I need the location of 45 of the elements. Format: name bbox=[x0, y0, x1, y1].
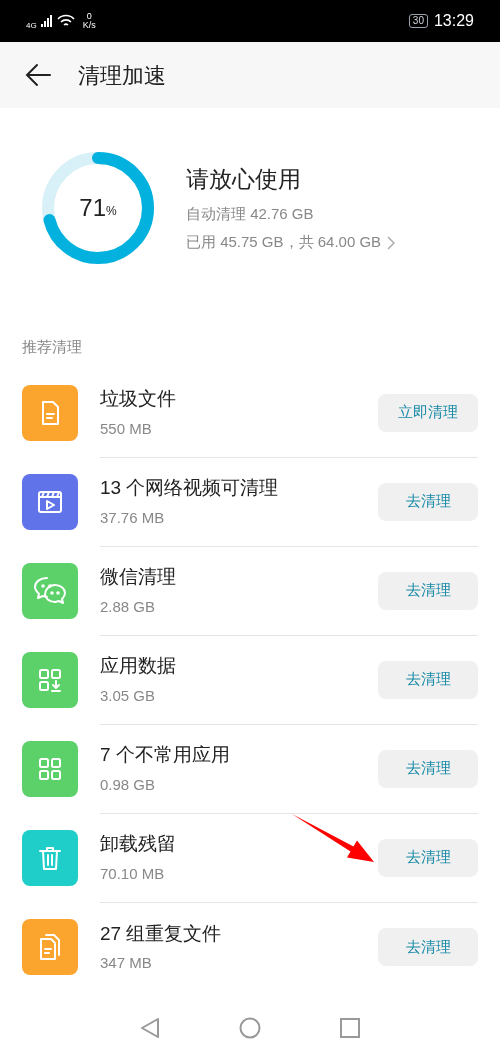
percent-value: 71 bbox=[79, 193, 106, 223]
item-size: 70.10 MB bbox=[100, 863, 165, 884]
signal-icon bbox=[40, 15, 53, 27]
clean-button[interactable]: 去清理 bbox=[378, 482, 478, 521]
usage-text: 已用 45.75 GB，共 64.00 GB bbox=[186, 232, 382, 253]
item-size: 550 MB bbox=[100, 418, 152, 439]
item-title: 应用数据 bbox=[100, 654, 176, 678]
item-title: 垃圾文件 bbox=[100, 387, 176, 411]
item-title: 卸载残留 bbox=[100, 832, 176, 856]
item-title: 13 个网络视频可清理 bbox=[100, 476, 279, 500]
speed-value: 0 bbox=[86, 12, 92, 21]
clean-button[interactable]: 去清理 bbox=[378, 749, 478, 788]
recents-nav-icon[interactable] bbox=[340, 1018, 361, 1038]
item-title: 27 组重复文件 bbox=[100, 921, 222, 946]
clean-button[interactable]: 立即清理 bbox=[378, 393, 478, 432]
item-title: 微信清理 bbox=[100, 565, 176, 589]
back-icon[interactable] bbox=[24, 63, 52, 87]
clean-button[interactable]: 去清理 bbox=[378, 660, 478, 699]
item-size: 37.76 MB bbox=[100, 507, 165, 528]
item-title: 7 个不常用应用 bbox=[100, 743, 230, 767]
item-size: 0.98 GB bbox=[100, 774, 156, 795]
video-icon bbox=[36, 488, 64, 516]
clean-button[interactable]: 去清理 bbox=[378, 928, 478, 966]
back-nav-icon[interactable] bbox=[139, 1017, 160, 1039]
clean-button[interactable]: 去清理 bbox=[378, 838, 478, 877]
item-size: 347 MB bbox=[100, 953, 152, 973]
item-size: 3.05 GB bbox=[100, 685, 156, 706]
section-label: 推荐清理 bbox=[21, 337, 83, 357]
item-size: 2.88 GB bbox=[100, 596, 156, 617]
clock: 13:29 bbox=[433, 11, 474, 31]
storage-status: 请放心使用 bbox=[186, 165, 302, 195]
page-title: 清理加速 bbox=[78, 61, 166, 90]
network-type: 4G bbox=[26, 22, 37, 30]
percent-sign: % bbox=[106, 204, 117, 220]
clean-button[interactable]: 去清理 bbox=[378, 571, 478, 610]
battery-icon: 30 bbox=[408, 14, 428, 28]
home-nav-icon[interactable] bbox=[239, 1017, 261, 1039]
chevron-right-icon[interactable] bbox=[387, 235, 396, 250]
app-grid-icon bbox=[36, 755, 64, 783]
trash-icon bbox=[36, 844, 64, 872]
grid-download-icon bbox=[36, 666, 64, 694]
speed-unit: K/s bbox=[82, 21, 96, 30]
wifi-icon bbox=[56, 14, 75, 28]
auto-clean-text: 自动清理 42.76 GB bbox=[186, 203, 315, 224]
chat-bubbles-icon bbox=[33, 576, 67, 606]
